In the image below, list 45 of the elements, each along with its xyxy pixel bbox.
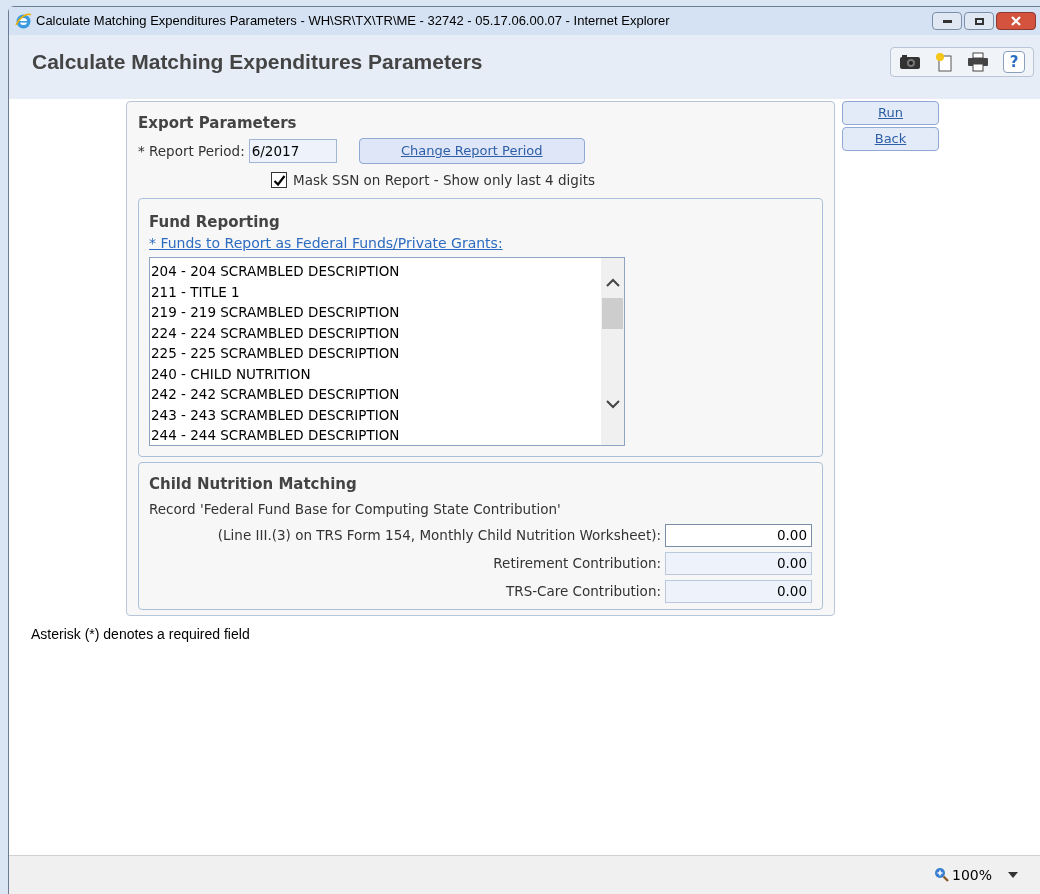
field-label: Retirement Contribution: bbox=[493, 553, 661, 573]
fund-option[interactable]: 225 - 225 SCRAMBLED DESCRIPTION bbox=[151, 343, 601, 364]
change-report-period-button[interactable]: Change Report Period bbox=[358, 138, 585, 164]
report-period-field[interactable]: 6/2017 bbox=[248, 139, 337, 163]
section-heading: Export Parameters bbox=[138, 113, 298, 134]
section-heading: Fund Reporting bbox=[149, 212, 281, 233]
footnote: Asterisk (*) denotes a required field bbox=[30, 625, 251, 644]
fund-option[interactable]: 219 - 219 SCRAMBLED DESCRIPTION bbox=[151, 302, 601, 323]
amount-field[interactable]: 0.00 bbox=[665, 579, 812, 603]
fund-option[interactable]: 224 - 224 SCRAMBLED DESCRIPTION bbox=[151, 322, 601, 343]
funds-list[interactable] bbox=[149, 257, 625, 446]
scroll-down-icon[interactable] bbox=[604, 399, 621, 409]
amount-field[interactable]: 0.00 bbox=[665, 523, 812, 547]
close-icon bbox=[1011, 16, 1021, 26]
dropdown-caret-icon[interactable] bbox=[1008, 872, 1018, 878]
fund-option[interactable]: 240 - CHILD NUTRITION bbox=[151, 363, 601, 384]
fund-option[interactable]: 244 - 244 SCRAMBLED DESCRIPTION bbox=[151, 425, 601, 445]
instruction-text: Record 'Federal Fund Base for Computing State Contribution' bbox=[149, 500, 562, 519]
field-label: (Line III.(3) on TRS Form 154, Monthly Child Nutrition Worksheet): bbox=[217, 525, 661, 545]
fund-option[interactable]: 204 - 204 SCRAMBLED DESCRIPTION bbox=[151, 261, 601, 282]
camera-icon[interactable] bbox=[899, 54, 921, 70]
action-button[interactable]: Back bbox=[842, 127, 939, 151]
checkbox-label: Mask SSN on Report - Show only last 4 digits bbox=[293, 170, 595, 190]
zoom-level[interactable]: 100% bbox=[951, 864, 992, 886]
window-title: Calculate Matching Expenditures Parameters - WH\SR\TX\TR\ME - 32742 - 05.17.06.00.07 - Internet Explorer bbox=[36, 12, 670, 31]
zoom-icon[interactable] bbox=[933, 867, 950, 883]
funds-link[interactable]: * Funds to Report as Federal Funds/Private Grants: bbox=[149, 233, 812, 257]
action-button[interactable]: Run bbox=[842, 101, 939, 125]
section-heading: Child Nutrition Matching bbox=[149, 474, 358, 495]
fund-option[interactable]: 211 - TITLE 1 bbox=[151, 281, 601, 302]
fund-option[interactable]: 243 - 243 SCRAMBLED DESCRIPTION bbox=[151, 404, 601, 425]
close-button[interactable] bbox=[996, 12, 1036, 30]
print-icon[interactable] bbox=[967, 52, 989, 72]
scroll-up-icon[interactable] bbox=[604, 278, 621, 288]
page-title: Calculate Matching Expenditures Parameters bbox=[32, 49, 483, 76]
amount-field[interactable]: 0.00 bbox=[665, 551, 812, 575]
help-button[interactable]: ? bbox=[1003, 51, 1025, 73]
scroll-thumb[interactable] bbox=[602, 298, 623, 329]
field-label: TRS-Care Contribution: bbox=[506, 581, 661, 601]
minimize-button[interactable] bbox=[932, 12, 962, 30]
maximize-button[interactable] bbox=[964, 12, 994, 30]
fund-option[interactable]: 242 - 242 SCRAMBLED DESCRIPTION bbox=[151, 384, 601, 405]
field-label: * Report Period: bbox=[138, 141, 245, 161]
checkbox[interactable] bbox=[271, 172, 287, 188]
browser-logo-icon bbox=[15, 12, 32, 30]
